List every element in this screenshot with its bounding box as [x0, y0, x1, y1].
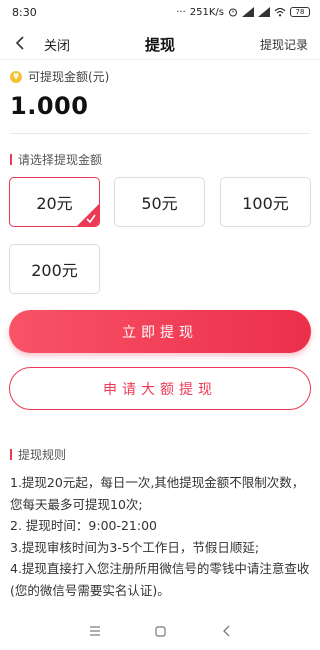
amount-option-label: 200元	[31, 261, 78, 280]
balance-amount: 1.000	[10, 92, 89, 120]
back-arrow-icon[interactable]	[12, 34, 28, 52]
amount-option-50[interactable]: 50元	[114, 177, 205, 227]
status-indicators: ··· 251K/s 78	[176, 7, 310, 18]
rules-list: 1.提现20元起，每日一次,其他提现金额不限制次数，您每天最多可提现10次; 2…	[10, 472, 310, 601]
battery-icon: 78	[290, 7, 310, 17]
wifi-icon	[274, 7, 286, 17]
coin-icon: ¥	[10, 70, 22, 83]
network-speed: 251K/s	[189, 6, 224, 18]
alarm-icon	[229, 8, 237, 17]
rule-item: 3.提现审核时间为3-5个工作日，节假日顺延;	[10, 539, 260, 555]
status-time: 8:30	[12, 5, 37, 19]
more-dots-icon: ···	[176, 6, 186, 18]
status-bar: 8:30 ··· 251K/s 78	[0, 0, 320, 24]
balance-label: 可提现金额(元)	[28, 70, 110, 84]
back-icon[interactable]	[219, 623, 235, 639]
amount-section-label: 请选择提现金额	[18, 153, 103, 167]
amount-option-label: 100元	[242, 194, 289, 213]
withdraw-now-button[interactable]: 立即提现	[9, 310, 311, 353]
balance-label-row: ¥ 可提现金额(元)	[10, 68, 109, 85]
large-withdraw-button[interactable]: 申请大额提现	[9, 367, 311, 410]
navigation-bar: 关闭 提现 提现记录	[0, 26, 320, 60]
rules-section-title: 提现规则	[10, 446, 66, 463]
rule-item: 4.提现直接打入您注册所用微信号的零钱中请注意查收(您的微信号需要实名认证)。	[10, 561, 310, 598]
rule-item: 1.提现20元起，每日一次,其他提现金额不限制次数，您每天最多可提现10次;	[10, 475, 305, 512]
signal-icon	[242, 7, 254, 17]
system-nav-bar	[0, 620, 320, 642]
section-marker	[10, 154, 12, 165]
amount-option-100[interactable]: 100元	[220, 177, 311, 227]
amount-option-label: 50元	[141, 194, 178, 213]
signal-icon-2	[258, 7, 270, 17]
section-marker	[10, 449, 12, 460]
battery-level: 78	[295, 7, 305, 16]
rules-title: 提现规则	[18, 448, 67, 462]
close-button[interactable]: 关闭	[44, 35, 70, 54]
amount-option-20[interactable]: 20元	[9, 177, 100, 227]
rule-item: 2. 提现时间：9:00-21:00	[10, 518, 158, 533]
home-icon[interactable]	[152, 623, 168, 639]
amount-option-label: 20元	[36, 194, 73, 213]
amount-section-title: 请选择提现金额	[10, 151, 102, 168]
menu-icon[interactable]	[87, 623, 103, 639]
divider	[10, 133, 310, 134]
amount-option-200[interactable]: 200元	[9, 244, 100, 294]
selected-check-icon	[77, 204, 99, 226]
withdraw-history-link[interactable]: 提现记录	[260, 36, 308, 53]
